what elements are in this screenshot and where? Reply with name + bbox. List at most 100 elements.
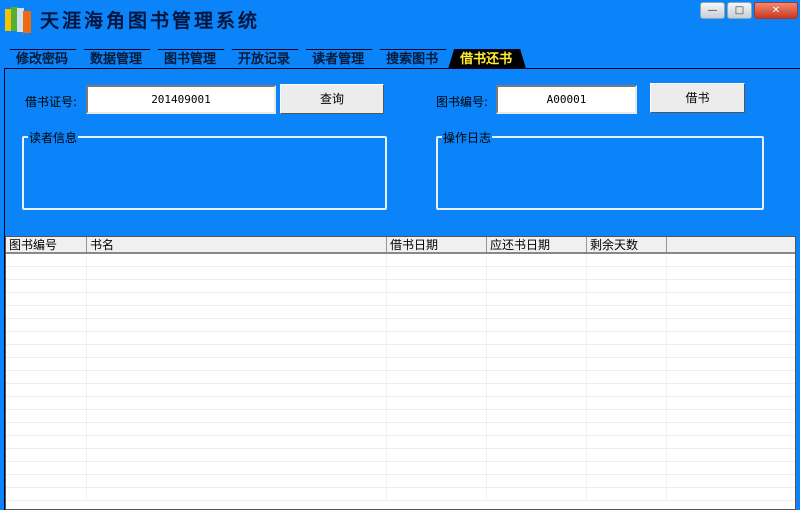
table-cell — [587, 423, 667, 435]
table-cell — [87, 267, 387, 279]
table-cell — [387, 267, 487, 279]
minimize-button[interactable]: — — [700, 2, 725, 19]
table-row[interactable] — [6, 449, 795, 462]
query-button[interactable]: 查询 — [280, 84, 384, 114]
table-cell — [6, 423, 87, 435]
table-cell — [587, 254, 667, 266]
table-cell — [6, 397, 87, 409]
table-row[interactable] — [6, 384, 795, 397]
table-cell — [6, 449, 87, 461]
tab-open-records[interactable]: 开放记录 — [226, 49, 304, 69]
table-cell — [487, 254, 587, 266]
column-header-borrow-date[interactable]: 借书日期 — [387, 237, 487, 252]
table-cell — [387, 449, 487, 461]
table-cell — [387, 293, 487, 305]
table-cell — [387, 384, 487, 396]
tab-data-management[interactable]: 数据管理 — [78, 49, 156, 69]
table-row[interactable] — [6, 319, 795, 332]
table-row[interactable] — [6, 436, 795, 449]
app-logo-icon — [2, 3, 34, 35]
column-header-due-date[interactable]: 应还书日期 — [487, 237, 587, 252]
tab-change-password[interactable]: 修改密码 — [4, 49, 82, 69]
table-row[interactable] — [6, 397, 795, 410]
table-row[interactable] — [6, 267, 795, 280]
table-row[interactable] — [6, 410, 795, 423]
table-cell — [87, 436, 387, 448]
table-cell — [487, 397, 587, 409]
table-cell — [6, 267, 87, 279]
table-row[interactable] — [6, 332, 795, 345]
table-cell — [387, 488, 487, 500]
table-cell — [587, 462, 667, 474]
maximize-button[interactable]: □ — [727, 2, 752, 19]
table-row[interactable] — [6, 254, 795, 267]
table-cell — [587, 449, 667, 461]
table-cell — [387, 319, 487, 331]
borrow-table[interactable]: 图书编号 书名 借书日期 应还书日期 剩余天数 — [5, 236, 796, 510]
table-cell — [587, 488, 667, 500]
table-cell — [387, 306, 487, 318]
table-cell — [87, 345, 387, 357]
table-cell — [87, 384, 387, 396]
table-cell — [487, 319, 587, 331]
table-cell — [587, 436, 667, 448]
table-cell — [487, 267, 587, 279]
table-cell — [6, 462, 87, 474]
tab-book-management[interactable]: 图书管理 — [152, 49, 230, 69]
table-cell — [387, 358, 487, 370]
table-cell — [587, 332, 667, 344]
table-row[interactable] — [6, 371, 795, 384]
table-cell — [87, 306, 387, 318]
table-cell — [6, 345, 87, 357]
table-row[interactable] — [6, 306, 795, 319]
tab-borrow-return[interactable]: 借书还书 — [448, 49, 526, 69]
table-cell — [487, 436, 587, 448]
table-cell — [487, 410, 587, 422]
table-row[interactable] — [6, 488, 795, 501]
table-cell — [487, 423, 587, 435]
table-cell — [587, 410, 667, 422]
table-cell — [87, 475, 387, 487]
column-header-days-left[interactable]: 剩余天数 — [587, 237, 667, 252]
table-cell — [6, 410, 87, 422]
close-button[interactable]: ✕ — [754, 2, 798, 19]
borrow-button[interactable]: 借书 — [650, 83, 745, 113]
table-row[interactable] — [6, 345, 795, 358]
table-row[interactable] — [6, 280, 795, 293]
table-cell — [6, 293, 87, 305]
table-cell — [587, 267, 667, 279]
table-row[interactable] — [6, 358, 795, 371]
tab-search-books[interactable]: 搜索图书 — [374, 49, 452, 69]
table-cell — [6, 254, 87, 266]
table-row[interactable] — [6, 462, 795, 475]
table-cell — [587, 475, 667, 487]
reader-id-label: 借书证号: — [25, 95, 78, 109]
table-cell — [6, 332, 87, 344]
operation-log-label: 操作日志 — [442, 129, 493, 146]
table-cell — [87, 488, 387, 500]
table-cell — [587, 384, 667, 396]
table-cell — [87, 462, 387, 474]
table-cell — [387, 345, 487, 357]
table-cell — [587, 345, 667, 357]
reader-id-input[interactable]: 201409001 — [86, 85, 276, 114]
table-cell — [387, 462, 487, 474]
table-cell — [87, 319, 387, 331]
table-cell — [6, 384, 87, 396]
tab-reader-management[interactable]: 读者管理 — [300, 49, 378, 69]
book-id-input[interactable]: A00001 — [496, 85, 637, 114]
table-cell — [487, 488, 587, 500]
column-header-title[interactable]: 书名 — [87, 237, 387, 252]
table-row[interactable] — [6, 293, 795, 306]
table-cell — [87, 449, 387, 461]
table-row[interactable] — [6, 475, 795, 488]
table-cell — [387, 280, 487, 292]
reader-info-label: 读者信息 — [28, 129, 79, 146]
column-header-book-id[interactable]: 图书编号 — [6, 237, 87, 252]
table-cell — [87, 280, 387, 292]
table-cell — [387, 254, 487, 266]
table-cell — [87, 254, 387, 266]
table-cell — [387, 371, 487, 383]
book-id-label: 图书编号: — [436, 95, 489, 109]
table-row[interactable] — [6, 423, 795, 436]
